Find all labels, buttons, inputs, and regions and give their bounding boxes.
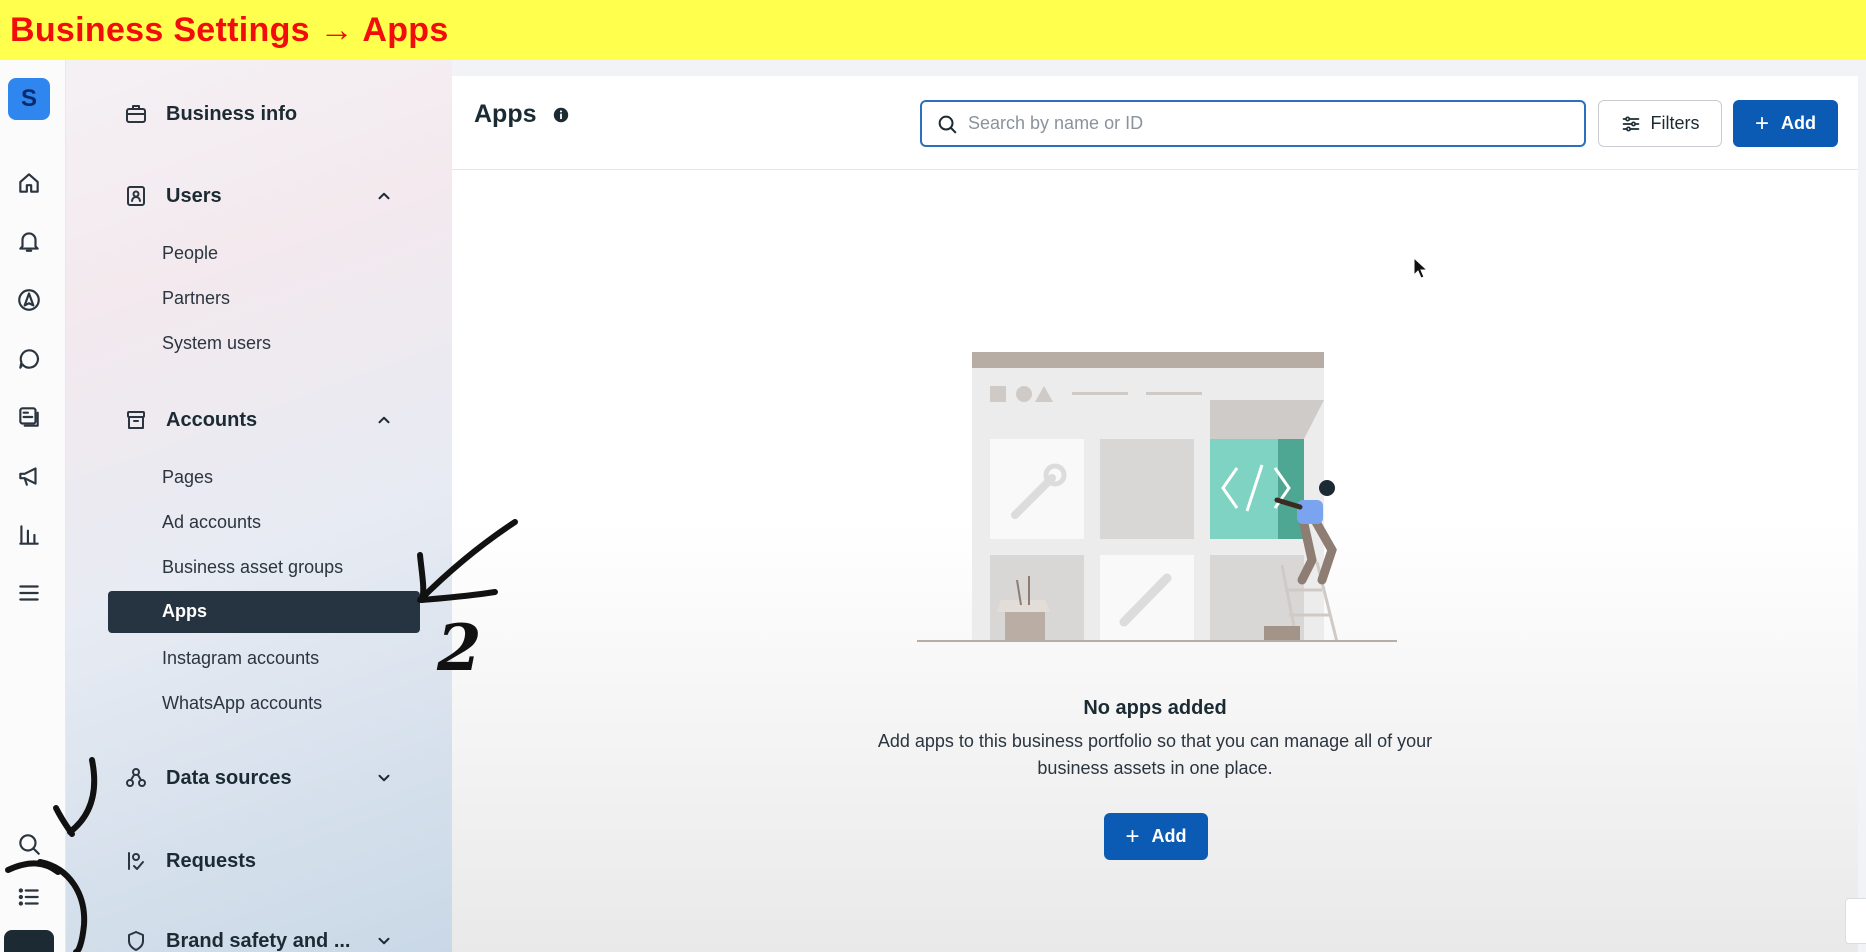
add-label: Add bbox=[1781, 113, 1816, 133]
nav-data-sources[interactable]: Data sources bbox=[122, 764, 292, 792]
list-icon[interactable] bbox=[14, 882, 44, 912]
sidebar-item-system-users[interactable]: System users bbox=[162, 333, 271, 354]
plus-icon: + bbox=[1125, 822, 1140, 850]
empty-state-title: No apps added bbox=[1083, 697, 1227, 719]
help-widget[interactable] bbox=[1845, 898, 1866, 944]
sidebar-item-whatsapp-accounts[interactable]: WhatsApp accounts bbox=[162, 693, 322, 714]
nav-business-info[interactable]: Business info bbox=[122, 100, 297, 128]
archive-icon bbox=[122, 406, 150, 434]
banner-title: Business Settings → Apps bbox=[10, 10, 449, 49]
chevron-up-icon[interactable] bbox=[372, 184, 396, 208]
icon-rail: S bbox=[0, 60, 66, 952]
menu-icon[interactable] bbox=[14, 578, 44, 608]
nav-users[interactable]: Users bbox=[122, 182, 222, 210]
search-icon[interactable] bbox=[14, 829, 44, 859]
page-header: Apps Filters + Add bbox=[452, 76, 1858, 170]
sidebar-item-instagram-accounts[interactable]: Instagram accounts bbox=[162, 648, 319, 669]
navigation-icon[interactable] bbox=[14, 285, 44, 315]
empty-state-illustration bbox=[917, 352, 1397, 643]
nav-label: Users bbox=[166, 184, 222, 207]
requests-icon bbox=[122, 847, 150, 875]
mouse-cursor bbox=[1413, 257, 1429, 279]
chat-icon[interactable] bbox=[14, 344, 44, 374]
chevron-up-icon[interactable] bbox=[372, 408, 396, 432]
add-app-button[interactable]: + Add bbox=[1733, 100, 1838, 147]
add-app-button-center[interactable]: + Add bbox=[1104, 813, 1208, 860]
home-icon[interactable] bbox=[14, 168, 44, 198]
sidebar-item-label: Apps bbox=[162, 601, 207, 621]
user-badge-icon bbox=[122, 182, 150, 210]
nav-label: Brand safety and ... bbox=[166, 929, 351, 952]
filters-label: Filters bbox=[1650, 113, 1700, 133]
settings-sidebar: Business info Users People Partners Syst… bbox=[66, 60, 452, 952]
nav-label: Accounts bbox=[166, 408, 258, 431]
settings-icon[interactable] bbox=[4, 930, 54, 952]
info-icon[interactable] bbox=[552, 106, 570, 124]
chevron-down-icon[interactable] bbox=[372, 766, 396, 790]
megaphone-icon[interactable] bbox=[14, 461, 44, 491]
sidebar-item-partners[interactable]: Partners bbox=[162, 288, 230, 309]
search-icon bbox=[938, 115, 957, 133]
apps-content: No apps added Add apps to this business … bbox=[452, 170, 1858, 952]
nav-brand-safety[interactable]: Brand safety and ... bbox=[122, 927, 351, 952]
empty-state-description: Add apps to this business portfolio so t… bbox=[877, 731, 1433, 778]
nav-label: Requests bbox=[166, 849, 257, 872]
sliders-icon bbox=[1622, 116, 1639, 131]
sidebar-item-apps[interactable]: Apps bbox=[108, 591, 420, 633]
search-field[interactable] bbox=[920, 100, 1586, 147]
sidebar-item-business-asset-groups[interactable]: Business asset groups bbox=[162, 557, 343, 578]
data-sources-icon bbox=[122, 764, 150, 792]
nav-label: Data sources bbox=[166, 766, 292, 789]
nav-requests[interactable]: Requests bbox=[122, 847, 256, 875]
shield-icon bbox=[122, 927, 150, 952]
page-title: Apps bbox=[474, 100, 537, 128]
nav-accounts[interactable]: Accounts bbox=[122, 406, 257, 434]
chevron-down-icon[interactable] bbox=[372, 929, 396, 952]
business-avatar[interactable]: S bbox=[8, 78, 50, 120]
nav-label: Business info bbox=[166, 102, 298, 125]
sidebar-item-pages[interactable]: Pages bbox=[162, 467, 213, 488]
video-title-banner: Business Settings → Apps bbox=[0, 0, 1866, 60]
bell-icon[interactable] bbox=[14, 226, 44, 256]
add-label: Add bbox=[1151, 826, 1187, 846]
briefcase-icon bbox=[122, 100, 150, 128]
search-input[interactable] bbox=[968, 113, 1558, 134]
bar-chart-icon[interactable] bbox=[14, 520, 44, 550]
sidebar-item-ad-accounts[interactable]: Ad accounts bbox=[162, 512, 261, 533]
sidebar-item-people[interactable]: People bbox=[162, 243, 218, 264]
plus-icon: + bbox=[1754, 109, 1769, 137]
pages-icon[interactable] bbox=[14, 402, 44, 432]
filters-button[interactable]: Filters bbox=[1598, 100, 1722, 147]
